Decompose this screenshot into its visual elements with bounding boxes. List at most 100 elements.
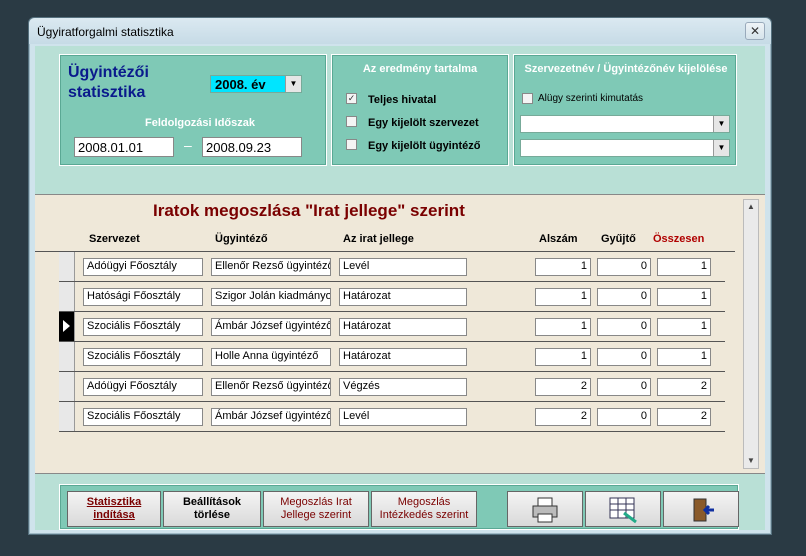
exit-button[interactable] (663, 491, 739, 527)
title-bar: Ügyiratforgalmi statisztika ✕ (29, 18, 771, 44)
cell-ugyintezo[interactable]: Ámbár József ügyintéző (211, 318, 331, 336)
date-separator: – (184, 137, 192, 153)
cell-jelleg[interactable]: Határozat (339, 318, 467, 336)
option-label-1: Egy kijelölt szervezet (368, 117, 479, 129)
cell-szervezet[interactable]: Adóügyi Főosztály (83, 258, 203, 276)
cell-osszesen[interactable]: 1 (657, 348, 711, 366)
chevron-down-icon[interactable]: ▼ (713, 116, 729, 132)
date-from-field[interactable]: 2008.01.01 (74, 137, 174, 157)
option-checkbox-2[interactable] (346, 139, 357, 150)
header-ugyintezo: Ügyintéző (215, 233, 268, 245)
cell-osszesen[interactable]: 2 (657, 378, 711, 396)
cell-szervezet[interactable]: Szociális Főosztály (83, 318, 203, 336)
intezkedes-line2: Intézkedés szerint (379, 509, 469, 521)
cell-jelleg[interactable]: Végzés (339, 378, 467, 396)
date-to-field[interactable]: 2008.09.23 (202, 137, 302, 157)
cell-osszesen[interactable]: 1 (657, 318, 711, 336)
cell-ugyintezo[interactable]: Szigor Jolán kiadmányoz (211, 288, 331, 306)
cell-alszam[interactable]: 2 (535, 378, 591, 396)
cell-gyujto[interactable]: 0 (597, 378, 651, 396)
cell-ugyintezo[interactable]: Ámbár József ügyintéző (211, 408, 331, 426)
option-checkbox-0[interactable]: ✓ (346, 93, 357, 104)
start-statistics-button[interactable]: Statisztika indítása (67, 491, 161, 527)
selection-panel-title: Szervezetnév / Ügyintézőnév kijelölése (524, 63, 728, 75)
option-checkbox-1[interactable] (346, 116, 357, 127)
chevron-down-icon[interactable]: ▼ (713, 140, 729, 156)
cell-osszesen[interactable]: 1 (657, 258, 711, 276)
row-selector[interactable] (59, 402, 75, 431)
alugy-checkbox[interactable] (522, 93, 533, 104)
window-title: Ügyiratforgalmi statisztika (37, 25, 174, 39)
scroll-up-icon[interactable]: ▲ (744, 200, 758, 214)
distribution-by-type-button[interactable]: Megoszlás Irat Jellege szerint (263, 491, 369, 527)
cell-gyujto[interactable]: 0 (597, 258, 651, 276)
header-szervezet: Szervezet (89, 233, 140, 245)
table-row[interactable]: Szociális Főosztály Ámbár József ügyinté… (59, 402, 725, 432)
selection-panel: Szervezetnév / Ügyintézőnév kijelölése A… (513, 54, 737, 166)
result-content-title: Az eredmény tartalma (362, 63, 478, 75)
option-label-2: Egy kijelölt ügyintéző (368, 140, 481, 152)
jelleg-line1: Megoszlás Irat (280, 496, 352, 508)
cell-szervezet[interactable]: Adóügyi Főosztály (83, 378, 203, 396)
cell-szervezet[interactable]: Szociális Főosztály (83, 408, 203, 426)
cell-gyujto[interactable]: 0 (597, 288, 651, 306)
header-jelleg: Az irat jellege (343, 233, 414, 245)
option-label-0: Teljes hivatal (368, 94, 437, 106)
statistics-panel: Ügyintézői statisztika 2008. év ▼ Feldol… (59, 54, 327, 166)
row-selector[interactable] (59, 342, 75, 371)
year-select[interactable]: 2008. év ▼ (210, 75, 302, 93)
clear-line1: Beállítások (182, 496, 242, 508)
panel-title: Ügyintézői statisztika (68, 64, 149, 101)
row-selector[interactable] (59, 252, 75, 281)
table-row[interactable]: Adóügyi Főosztály Ellenőr Rezső ügyintéz… (59, 372, 725, 402)
vertical-scrollbar[interactable]: ▲ ▼ (743, 199, 759, 469)
cell-ugyintezo[interactable]: Ellenőr Rezső ügyintéző (211, 378, 331, 396)
cell-alszam[interactable]: 1 (535, 348, 591, 366)
header-osszesen: Összesen (653, 233, 705, 245)
cell-jelleg[interactable]: Határozat (339, 348, 467, 366)
cell-gyujto[interactable]: 0 (597, 408, 651, 426)
close-icon[interactable]: ✕ (745, 22, 765, 40)
row-selector[interactable] (59, 282, 75, 311)
year-value: 2008. év (215, 77, 266, 92)
row-selector-active[interactable] (59, 312, 75, 341)
organization-select[interactable]: ▼ (520, 115, 730, 133)
chevron-down-icon[interactable]: ▼ (285, 76, 301, 92)
start-line2: indítása (93, 509, 135, 521)
cell-gyujto[interactable]: 0 (597, 348, 651, 366)
clear-settings-button[interactable]: Beállítások törlése (163, 491, 261, 527)
cell-osszesen[interactable]: 2 (657, 408, 711, 426)
result-content-panel: Az eredmény tartalma ✓ Teljes hivatal Eg… (331, 54, 509, 166)
table-row[interactable]: Szociális Főosztály Holle Anna ügyintéző… (59, 342, 725, 372)
header-gyujto: Gyűjtő (601, 233, 636, 245)
table-row[interactable]: Hatósági Főosztály Szigor Jolán kiadmány… (59, 282, 725, 312)
table-row[interactable]: Szociális Főosztály Ámbár József ügyinté… (59, 312, 725, 342)
cell-alszam[interactable]: 2 (535, 408, 591, 426)
cell-jelleg[interactable]: Levél (339, 408, 467, 426)
export-button[interactable] (585, 491, 661, 527)
print-button[interactable] (507, 491, 583, 527)
cell-alszam[interactable]: 1 (535, 318, 591, 336)
cell-jelleg[interactable]: Levél (339, 258, 467, 276)
cell-jelleg[interactable]: Határozat (339, 288, 467, 306)
exit-door-icon (693, 498, 714, 522)
start-line1: Statisztika (86, 496, 142, 508)
clerk-select[interactable]: ▼ (520, 139, 730, 157)
cell-alszam[interactable]: 1 (535, 258, 591, 276)
cell-ugyintezo[interactable]: Holle Anna ügyintéző (211, 348, 331, 366)
table-row[interactable]: Adóügyi Főosztály Ellenőr Rezső ügyintéz… (59, 252, 725, 282)
cell-ugyintezo[interactable]: Ellenőr Rezső ügyintéző (211, 258, 331, 276)
row-selector[interactable] (59, 372, 75, 401)
cell-osszesen[interactable]: 1 (657, 288, 711, 306)
cell-szervezet[interactable]: Szociális Főosztály (83, 348, 203, 366)
clear-line2: törlése (193, 509, 231, 521)
distribution-by-action-button[interactable]: Megoszlás Intézkedés szerint (371, 491, 477, 527)
results-grid: Iratok megoszlása "Irat jellege" szerint… (35, 194, 765, 474)
cell-alszam[interactable]: 1 (535, 288, 591, 306)
cell-szervezet[interactable]: Hatósági Főosztály (83, 288, 203, 306)
header-alszam: Alszám (539, 233, 578, 245)
scroll-down-icon[interactable]: ▼ (744, 454, 758, 468)
spreadsheet-export-icon (609, 497, 637, 524)
cell-gyujto[interactable]: 0 (597, 318, 651, 336)
intezkedes-line1: Megoszlás (397, 496, 451, 508)
